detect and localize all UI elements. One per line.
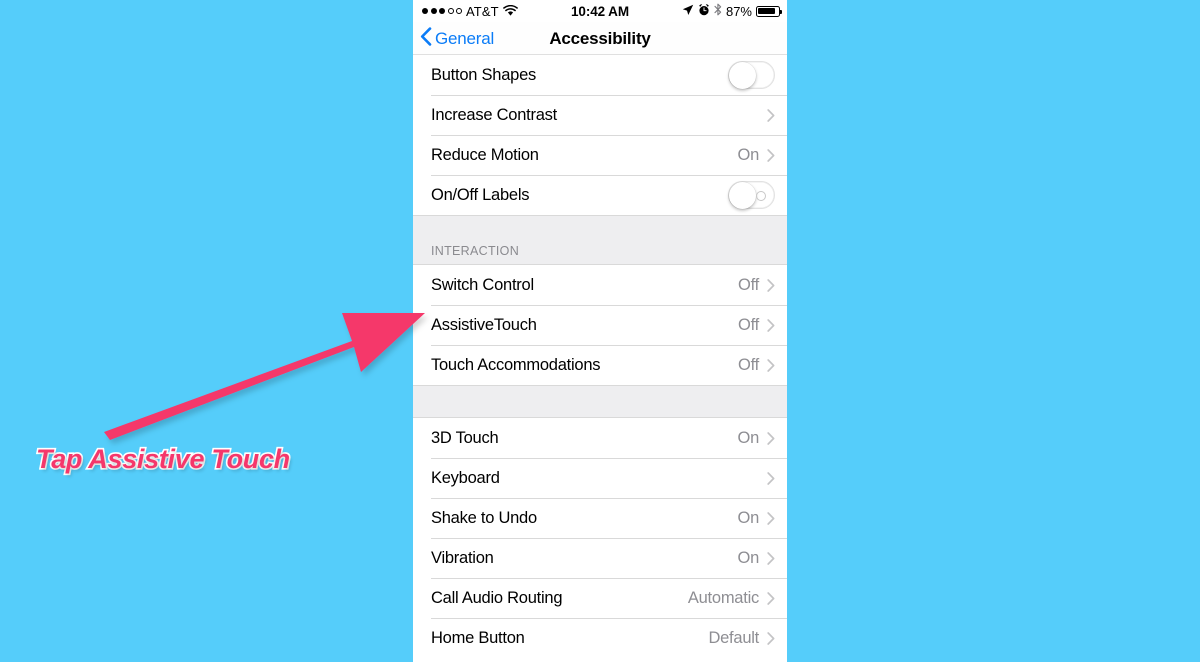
list-item-touch-accommodations[interactable]: Touch Accommodations Off	[413, 345, 787, 385]
chevron-right-icon	[767, 278, 775, 292]
list-item-value: On	[737, 428, 759, 447]
list-item-value: Off	[738, 355, 759, 374]
list-item-shake-to-undo[interactable]: Shake to Undo On	[413, 498, 787, 538]
list-item-label: Switch Control	[431, 275, 534, 294]
list-item-label: Shake to Undo	[431, 508, 537, 527]
list-item-label: 3D Touch	[431, 428, 499, 447]
chevron-right-icon	[767, 591, 775, 605]
section-gap	[413, 385, 787, 418]
list-item-label: Reduce Motion	[431, 145, 539, 164]
chevron-right-icon	[767, 631, 775, 645]
battery-icon	[756, 5, 783, 17]
list-item-vibration[interactable]: Vibration On	[413, 538, 787, 578]
phone-screen: AT&T 10:42 AM 87% General Accessibility …	[413, 0, 787, 662]
toggle-switch-on-off-labels[interactable]	[728, 181, 775, 209]
chevron-right-icon	[767, 471, 775, 485]
settings-list: Button Shapes Increase Contrast Reduce Mot…	[413, 55, 787, 658]
settings-group: Button Shapes Increase Contrast Reduce Mot…	[413, 55, 787, 215]
list-item-switch-control[interactable]: Switch Control Off	[413, 265, 787, 305]
list-item-increase-contrast[interactable]: Increase Contrast	[413, 95, 787, 135]
list-item-call-audio-routing[interactable]: Call Audio Routing Automatic	[413, 578, 787, 618]
list-item-reduce-motion[interactable]: Reduce Motion On	[413, 135, 787, 175]
bluetooth-icon	[714, 3, 722, 19]
chevron-right-icon	[767, 551, 775, 565]
settings-group: 3D Touch On Keyboard Shake to Undo On Vibrati…	[413, 418, 787, 658]
annotation-label: Tap Assistive Touch	[34, 442, 291, 475]
list-item-home-button[interactable]: Home Button Default	[413, 618, 787, 658]
list-item-value: Off	[738, 275, 759, 294]
chevron-right-icon	[767, 511, 775, 525]
list-item-label: Home Button	[431, 628, 525, 647]
chevron-right-icon	[767, 108, 775, 122]
alarm-clock-icon	[698, 3, 710, 19]
list-item-label: Touch Accommodations	[431, 355, 601, 374]
list-item-value: Default	[708, 628, 759, 647]
toggle-knob	[729, 181, 756, 209]
list-item-label: AssistiveTouch	[431, 315, 537, 334]
navigation-bar: General Accessibility	[413, 22, 787, 55]
list-item-label: Increase Contrast	[431, 105, 557, 124]
list-item-label: Vibration	[431, 548, 494, 567]
list-item-on-off-labels[interactable]: On/Off Labels	[413, 175, 787, 215]
chevron-right-icon	[767, 358, 775, 372]
settings-group: Switch Control Off AssistiveTouch Off Touch …	[413, 265, 787, 385]
chevron-right-icon	[767, 148, 775, 162]
list-item-assistivetouch[interactable]: AssistiveTouch Off	[413, 305, 787, 345]
list-item-value: On	[737, 508, 759, 527]
list-item-label: Call Audio Routing	[431, 588, 563, 607]
list-item-label: Button Shapes	[431, 65, 536, 84]
list-item-3d-touch[interactable]: 3D Touch On	[413, 418, 787, 458]
list-item-button-shapes[interactable]: Button Shapes	[413, 55, 787, 95]
status-bar-right: 87%	[682, 0, 783, 22]
toggle-off-label-icon	[756, 191, 766, 201]
toggle-knob	[729, 61, 756, 89]
battery-percent-label: 87%	[725, 3, 752, 19]
list-item-value: On	[737, 145, 759, 164]
chevron-right-icon	[767, 431, 775, 445]
list-item-value: Off	[738, 315, 759, 334]
list-item-value: On	[737, 548, 759, 567]
list-item-label: Keyboard	[431, 468, 500, 487]
page-title: Accessibility	[549, 28, 651, 48]
chevron-right-icon	[767, 318, 775, 332]
location-arrow-icon	[682, 4, 694, 19]
list-item-label: On/Off Labels	[431, 185, 530, 204]
toggle-switch-button-shapes[interactable]	[728, 61, 775, 89]
status-bar: AT&T 10:42 AM 87%	[413, 0, 787, 22]
list-item-keyboard[interactable]: Keyboard	[413, 458, 787, 498]
list-item-value: Automatic	[687, 588, 759, 607]
section-header-interaction: INTERACTION	[413, 215, 787, 265]
